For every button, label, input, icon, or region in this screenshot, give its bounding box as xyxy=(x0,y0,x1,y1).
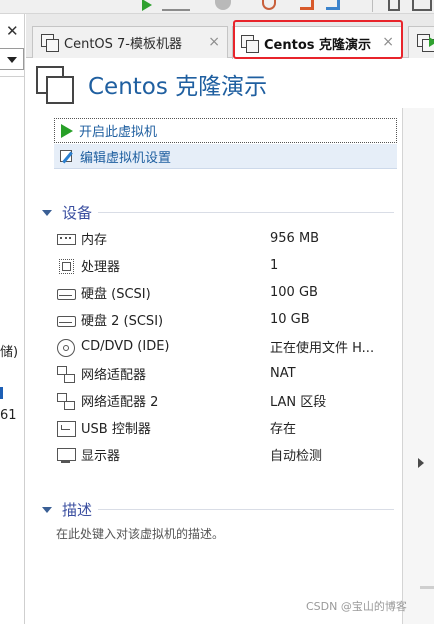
view-icon[interactable] xyxy=(388,0,400,11)
device-row-display[interactable]: 显示器 自动检测 xyxy=(56,441,400,468)
device-row-memory[interactable]: 内存 956 MB xyxy=(56,225,400,252)
library-divider xyxy=(0,76,24,77)
actions-list: 开启此虚拟机 编辑虚拟机设置 xyxy=(54,118,397,169)
device-value: 956 MB xyxy=(270,231,320,246)
hard-disk-icon xyxy=(56,284,76,302)
play-icon xyxy=(61,123,73,138)
chevron-down-icon[interactable] xyxy=(7,57,17,63)
network-adapter-icon xyxy=(56,365,76,383)
toolbar-separator xyxy=(372,0,373,12)
library-panel: ✕ 储) 61 xyxy=(0,14,25,624)
tab-highlight-box xyxy=(233,20,403,59)
device-name: 处理器 xyxy=(81,260,121,275)
device-value: 100 GB xyxy=(270,285,318,300)
device-row-network-adapter[interactable]: 网络适配器 NAT xyxy=(56,360,400,387)
device-name: USB 控制器 xyxy=(81,422,151,437)
description-section-header[interactable]: 描述 xyxy=(42,499,394,520)
library-close-icon[interactable]: ✕ xyxy=(6,22,19,40)
snapshot-manager-icon[interactable] xyxy=(326,0,340,10)
device-name: 网络适配器 xyxy=(81,368,147,383)
suspend-icon[interactable] xyxy=(215,0,231,10)
section-divider xyxy=(98,509,394,510)
device-name: 网络适配器 2 xyxy=(81,395,159,410)
library-search-dropdown[interactable] xyxy=(0,48,24,70)
chevron-down-icon[interactable] xyxy=(42,209,52,216)
network-adapter-icon xyxy=(56,392,76,410)
power-on-label: 开启此虚拟机 xyxy=(79,125,158,140)
power-on-button[interactable]: 开启此虚拟机 xyxy=(54,118,397,143)
expand-arrow-icon[interactable] xyxy=(418,458,424,468)
description-section-title: 描述 xyxy=(62,501,93,519)
edit-vm-settings-button[interactable]: 编辑虚拟机设置 xyxy=(54,144,397,169)
device-value: 1 xyxy=(270,258,279,273)
tab-label: CentOS 7-模板机器 xyxy=(64,37,182,52)
library-partial-text: 储) xyxy=(0,345,19,360)
snapshot-icon[interactable] xyxy=(262,0,276,10)
chevron-down-icon[interactable] xyxy=(42,506,52,513)
processor-icon xyxy=(56,257,76,275)
device-value: LAN 区段 xyxy=(270,395,327,410)
scroll-indicator xyxy=(420,586,434,589)
device-row-hard-disk-2[interactable]: 硬盘 2 (SCSI) 10 GB xyxy=(56,306,400,333)
device-row-usb-controller[interactable]: USB 控制器 存在 xyxy=(56,414,400,441)
toolbar xyxy=(0,0,434,14)
device-value: 自动检测 xyxy=(270,449,323,464)
hard-disk-icon xyxy=(56,311,76,329)
device-name: 硬盘 2 (SCSI) xyxy=(81,314,164,329)
vm-icon xyxy=(36,66,74,104)
device-name: 硬盘 (SCSI) xyxy=(81,287,151,302)
device-value: 正在使用文件 H... xyxy=(270,341,375,356)
device-row-processor[interactable]: 处理器 1 xyxy=(56,252,400,279)
dropdown-caret-icon[interactable] xyxy=(162,1,190,11)
device-list: 内存 956 MB 处理器 1 硬盘 (SCSI) 100 GB 硬盘 2 (S… xyxy=(56,225,400,468)
library-partial-text: 61 xyxy=(0,408,17,423)
device-row-cd-dvd[interactable]: CD/DVD (IDE) 正在使用文件 H... xyxy=(56,333,400,360)
devices-section-header[interactable]: 设备 xyxy=(42,202,394,223)
device-name: CD/DVD (IDE) xyxy=(81,339,170,354)
full-screen-icon[interactable] xyxy=(412,0,432,11)
library-blue-marker xyxy=(0,387,3,399)
close-icon[interactable]: × xyxy=(208,34,220,50)
section-divider xyxy=(98,212,394,213)
device-row-network-adapter-2[interactable]: 网络适配器 2 LAN 区段 xyxy=(56,387,400,414)
tab-centos7-template[interactable]: CentOS 7-模板机器 × xyxy=(32,26,228,58)
edit-vm-settings-label: 编辑虚拟机设置 xyxy=(80,150,172,166)
revert-snapshot-icon[interactable] xyxy=(300,0,314,10)
device-name: 内存 xyxy=(81,233,108,248)
edit-settings-icon xyxy=(60,149,75,164)
vm-preview-column xyxy=(403,108,434,624)
power-on-icon[interactable] xyxy=(142,0,152,11)
vm-icon xyxy=(41,34,59,52)
device-name: 显示器 xyxy=(81,449,121,464)
usb-icon xyxy=(56,419,76,437)
cd-dvd-icon xyxy=(56,338,76,357)
device-value: NAT xyxy=(270,366,296,381)
device-value: 10 GB xyxy=(270,312,310,327)
tab-partial[interactable] xyxy=(408,26,434,58)
display-icon xyxy=(56,446,76,464)
vm-summary: Centos 克隆演示 开启此虚拟机 编辑虚拟机设置 设备 内存 956 MB … xyxy=(26,59,434,624)
device-row-hard-disk[interactable]: 硬盘 (SCSI) 100 GB xyxy=(56,279,400,306)
devices-section-title: 设备 xyxy=(62,204,93,222)
description-input[interactable]: 在此处键入对该虚拟机的描述。 xyxy=(56,525,224,542)
vm-title: Centos 克隆演示 xyxy=(88,74,268,100)
device-value: 存在 xyxy=(270,422,297,437)
memory-icon xyxy=(56,230,76,248)
watermark: CSDN @宝山的博客 xyxy=(306,600,407,613)
running-icon xyxy=(429,37,434,47)
